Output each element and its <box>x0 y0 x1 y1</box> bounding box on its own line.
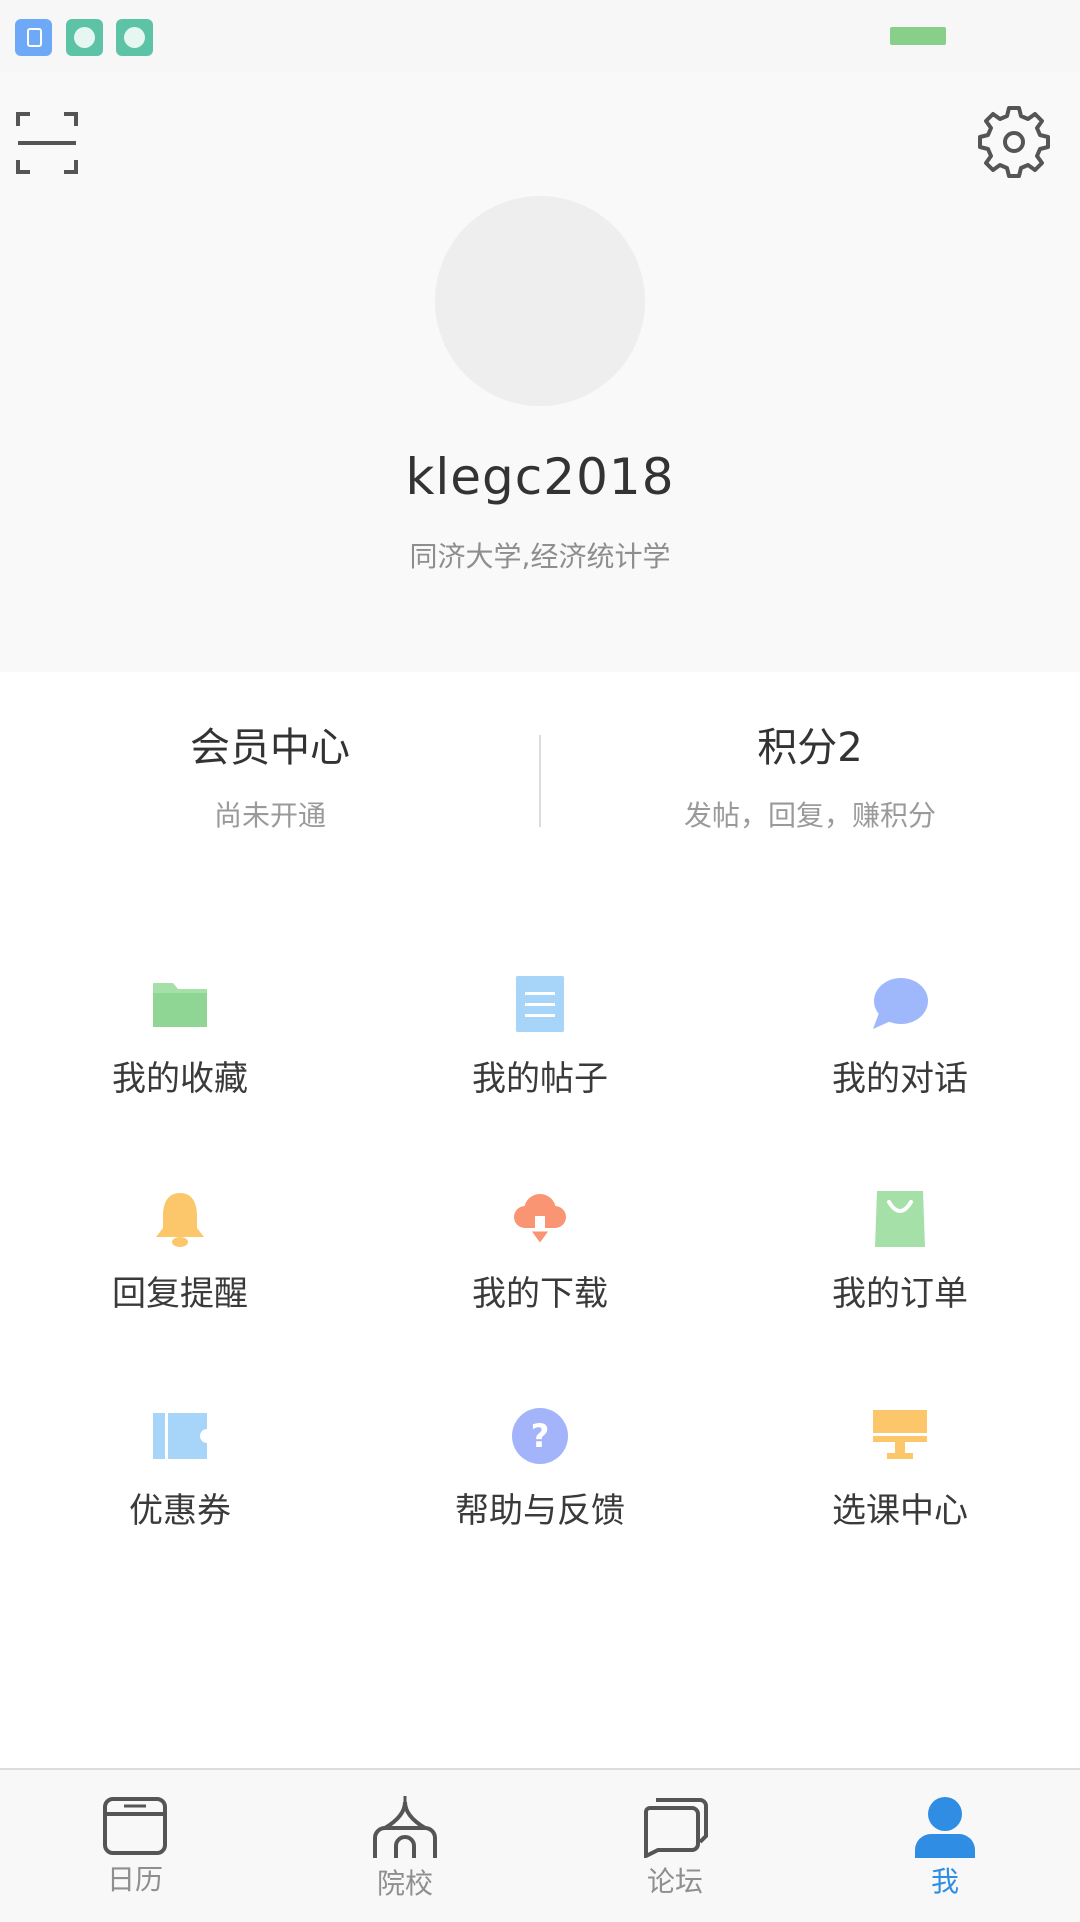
tab-calendar[interactable]: 日历 <box>0 1796 270 1906</box>
menu-item-label: 回复提醒 <box>112 1274 248 1314</box>
chat-bubble-icon <box>873 978 928 1029</box>
settings-button[interactable] <box>976 104 1052 180</box>
avatar[interactable] <box>435 196 645 406</box>
tab-forum[interactable]: 论坛 <box>540 1796 810 1906</box>
membership-title: 会员中心 <box>190 725 350 771</box>
bell-icon <box>156 1193 204 1247</box>
menu-item-label: 我的对话 <box>832 1059 968 1099</box>
tab-schools[interactable]: 院校 <box>270 1796 540 1906</box>
cloud-download-icon <box>514 1194 566 1248</box>
ticket-icon <box>153 1413 207 1459</box>
menu-item-help-feedback[interactable]: ? 帮助与反馈 <box>360 1407 720 1557</box>
menu-item-coupons[interactable]: 优惠券 <box>0 1407 360 1557</box>
school-icon <box>373 1796 437 1858</box>
menu-item-label: 我的收藏 <box>112 1059 248 1099</box>
tab-label: 院校 <box>376 1867 433 1900</box>
points-button[interactable]: 积分2 发帖，回复，赚积分 <box>540 720 1080 834</box>
battery-icon <box>890 27 946 45</box>
forum-icon <box>644 1798 708 1858</box>
notification-icon <box>15 19 52 56</box>
scan-button[interactable] <box>12 108 82 178</box>
menu-item-label: 我的订单 <box>832 1274 968 1314</box>
tab-label: 日历 <box>106 1863 163 1896</box>
points-title: 积分2 <box>757 725 863 771</box>
app-notification-icon <box>116 19 153 56</box>
menu-item-favorites[interactable]: 我的收藏 <box>0 975 360 1125</box>
tab-me[interactable]: 我 <box>810 1796 1080 1906</box>
menu-item-reply-reminders[interactable]: 回复提醒 <box>0 1190 360 1340</box>
folder-icon <box>153 983 207 1027</box>
menu-item-orders[interactable]: 我的订单 <box>720 1190 1080 1340</box>
menu-item-label: 我的下载 <box>472 1274 608 1314</box>
shopping-bag-icon <box>875 1191 925 1247</box>
menu-item-course-center[interactable]: 选课中心 <box>720 1407 1080 1557</box>
monitor-icon <box>873 1410 927 1459</box>
gear-icon <box>978 106 1050 178</box>
menu-item-my-posts[interactable]: 我的帖子 <box>360 975 720 1125</box>
menu-item-label: 帮助与反馈 <box>455 1491 625 1531</box>
help-icon: ? <box>512 1408 568 1464</box>
app-notification-icon <box>66 19 103 56</box>
username: klegc2018 <box>405 448 675 506</box>
menu-item-label: 优惠券 <box>129 1491 231 1531</box>
menu-item-label: 选课中心 <box>832 1491 968 1531</box>
membership-center-button[interactable]: 会员中心 尚未开通 <box>0 720 540 834</box>
scan-icon <box>16 112 78 174</box>
svg-text:?: ? <box>531 1417 550 1455</box>
school-major: 同济大学,经济统计学 <box>409 540 671 573</box>
menu-item-conversations[interactable]: 我的对话 <box>720 975 1080 1125</box>
tab-label: 论坛 <box>646 1865 703 1898</box>
document-icon <box>516 976 564 1032</box>
person-icon <box>915 1797 975 1858</box>
status-bar <box>0 0 1080 72</box>
points-subtitle: 发帖，回复，赚积分 <box>683 799 936 832</box>
tab-label: 我 <box>930 1865 959 1898</box>
menu-item-downloads[interactable]: 我的下载 <box>360 1190 720 1340</box>
menu-item-label: 我的帖子 <box>472 1059 608 1099</box>
calendar-icon <box>103 1797 167 1855</box>
membership-subtitle: 尚未开通 <box>213 799 326 832</box>
